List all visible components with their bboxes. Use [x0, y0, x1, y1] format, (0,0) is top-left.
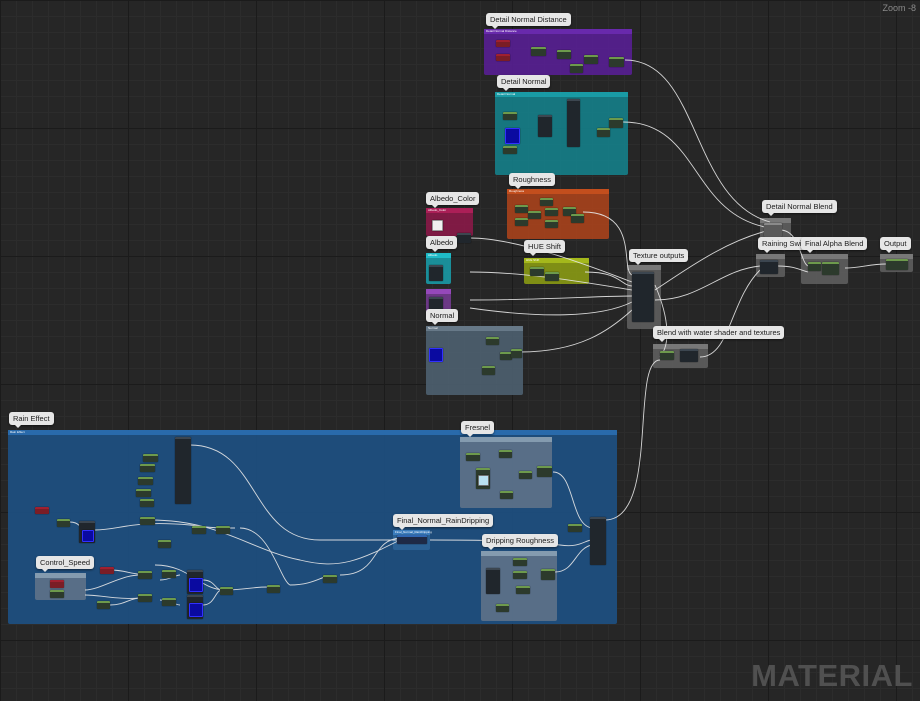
vector-param-node[interactable]	[457, 233, 471, 243]
scalar-node[interactable]	[50, 590, 64, 598]
texture-sample-node[interactable]	[82, 530, 94, 542]
alpha-blend-node[interactable]	[808, 262, 821, 271]
comment-title-final-normal-raindripping[interactable]: Final_Normal_RainDripping	[393, 514, 494, 530]
zoom-indicator: Zoom -8	[882, 3, 916, 13]
math-node[interactable]	[162, 598, 176, 606]
texture-sample-node[interactable]	[486, 568, 500, 594]
output-node[interactable]	[886, 259, 908, 270]
comment-title-control-speed[interactable]: Control_Speed	[36, 556, 95, 572]
comment-title-roughness[interactable]: Roughness	[509, 173, 555, 189]
graph-type-watermark: MATERIAL	[751, 658, 913, 693]
switch-node[interactable]	[760, 260, 778, 274]
texture-sample-node[interactable]	[189, 578, 203, 592]
math-node[interactable]	[97, 601, 110, 609]
comment-title-texture-outputs[interactable]: Texture outputs	[629, 249, 689, 265]
scalar-node[interactable]	[138, 477, 153, 485]
math-node[interactable]	[537, 466, 552, 477]
math-node[interactable]	[482, 366, 495, 375]
math-node[interactable]	[541, 569, 555, 580]
math-node[interactable]	[220, 587, 233, 595]
color-preview-node[interactable]	[478, 475, 489, 486]
math-node[interactable]	[162, 570, 176, 578]
scalar-node[interactable]	[545, 220, 558, 228]
scalar-node[interactable]	[513, 558, 527, 566]
blend-node[interactable]	[764, 223, 782, 237]
scalar-node[interactable]	[499, 450, 512, 458]
math-node[interactable]	[158, 540, 171, 548]
math-node[interactable]	[568, 524, 582, 532]
comment-title-detail-normal[interactable]: Detail Normal	[497, 75, 551, 91]
scalar-node[interactable]	[519, 471, 532, 479]
comment-title-final-alpha-blend[interactable]: Final Alpha Blend	[801, 237, 868, 253]
math-node[interactable]	[192, 526, 206, 534]
scalar-node[interactable]	[515, 218, 528, 226]
scalar-node[interactable]	[545, 208, 558, 216]
comment-title-detail-normal-blend[interactable]: Detail Normal Blend	[762, 200, 837, 216]
math-node[interactable]	[531, 47, 546, 56]
function-node[interactable]	[567, 99, 580, 147]
texture-sample-node[interactable]	[189, 603, 203, 617]
scalar-node[interactable]	[540, 198, 553, 206]
math-node[interactable]	[584, 55, 598, 64]
math-node[interactable]	[511, 349, 522, 358]
function-node[interactable]	[175, 437, 191, 504]
scalar-node[interactable]	[466, 453, 480, 461]
comment-title-normal[interactable]: Normal	[426, 309, 459, 325]
texture-sample-node[interactable]	[505, 128, 520, 144]
math-node[interactable]	[323, 575, 337, 583]
hue-shift-node[interactable]	[545, 272, 559, 281]
math-node[interactable]	[500, 491, 513, 499]
comment-title-blend-water[interactable]: Blend with water shader and textures	[653, 326, 785, 342]
scalar-node[interactable]	[136, 489, 151, 497]
parameter-node[interactable]	[35, 507, 49, 514]
alpha-blend-node[interactable]	[822, 262, 839, 275]
comment-title-albedo-color[interactable]: Albedo_Color	[426, 192, 480, 208]
parameter-node[interactable]	[496, 54, 510, 61]
comment-title-hue-shift[interactable]: HUE Shift	[524, 240, 565, 256]
math-node[interactable]	[496, 604, 509, 612]
normal-texture-node[interactable]	[429, 348, 443, 362]
parameter-node[interactable]	[100, 567, 114, 574]
texture-object-node[interactable]	[538, 115, 552, 137]
scalar-node[interactable]	[140, 499, 154, 507]
parameter-node[interactable]	[496, 40, 510, 47]
math-node[interactable]	[138, 594, 152, 602]
math-node[interactable]	[557, 50, 571, 59]
make-material-attributes-node[interactable]	[632, 272, 654, 322]
parameter-node[interactable]	[50, 580, 64, 588]
color-swatch-node[interactable]	[432, 220, 443, 231]
math-node[interactable]	[570, 64, 583, 73]
scalar-node[interactable]	[143, 454, 158, 462]
scalar-node[interactable]	[513, 571, 527, 579]
scalar-node[interactable]	[140, 464, 155, 472]
coordinate-node[interactable]	[503, 112, 517, 120]
math-node[interactable]	[597, 128, 610, 137]
make-material-attributes-node[interactable]	[590, 517, 606, 565]
math-node[interactable]	[216, 526, 230, 534]
math-node[interactable]	[609, 118, 623, 128]
scalar-node[interactable]	[528, 211, 541, 219]
coordinate-node[interactable]	[503, 146, 517, 154]
math-node[interactable]	[138, 571, 152, 579]
math-node[interactable]	[57, 519, 70, 527]
scalar-node[interactable]	[515, 205, 528, 213]
comment-title-output[interactable]: Output	[880, 237, 911, 253]
math-node[interactable]	[267, 585, 280, 593]
comment-title-rain-effect[interactable]: Rain Effect	[9, 412, 54, 428]
comment-title-albedo[interactable]: Albedo	[426, 236, 458, 252]
comment-title-fresnel[interactable]: Fresnel	[461, 421, 495, 437]
coordinate-node[interactable]	[486, 337, 499, 345]
comment-title-dripping-roughness[interactable]: Dripping Roughness	[482, 534, 558, 550]
blend-material-node[interactable]	[660, 351, 674, 360]
comment-roughness[interactable]: Roughness	[507, 189, 609, 239]
comment-title-detail-normal-distance[interactable]: Detail Normal Distance	[486, 13, 571, 29]
texture-sample-node[interactable]	[429, 265, 443, 281]
hue-shift-node[interactable]	[530, 267, 544, 276]
blend-material-node[interactable]	[680, 349, 698, 362]
lerp-node[interactable]	[571, 214, 584, 223]
math-node[interactable]	[609, 57, 624, 67]
named-reroute-node[interactable]	[397, 535, 427, 544]
math-node[interactable]	[516, 586, 530, 594]
math-node[interactable]	[140, 517, 155, 525]
